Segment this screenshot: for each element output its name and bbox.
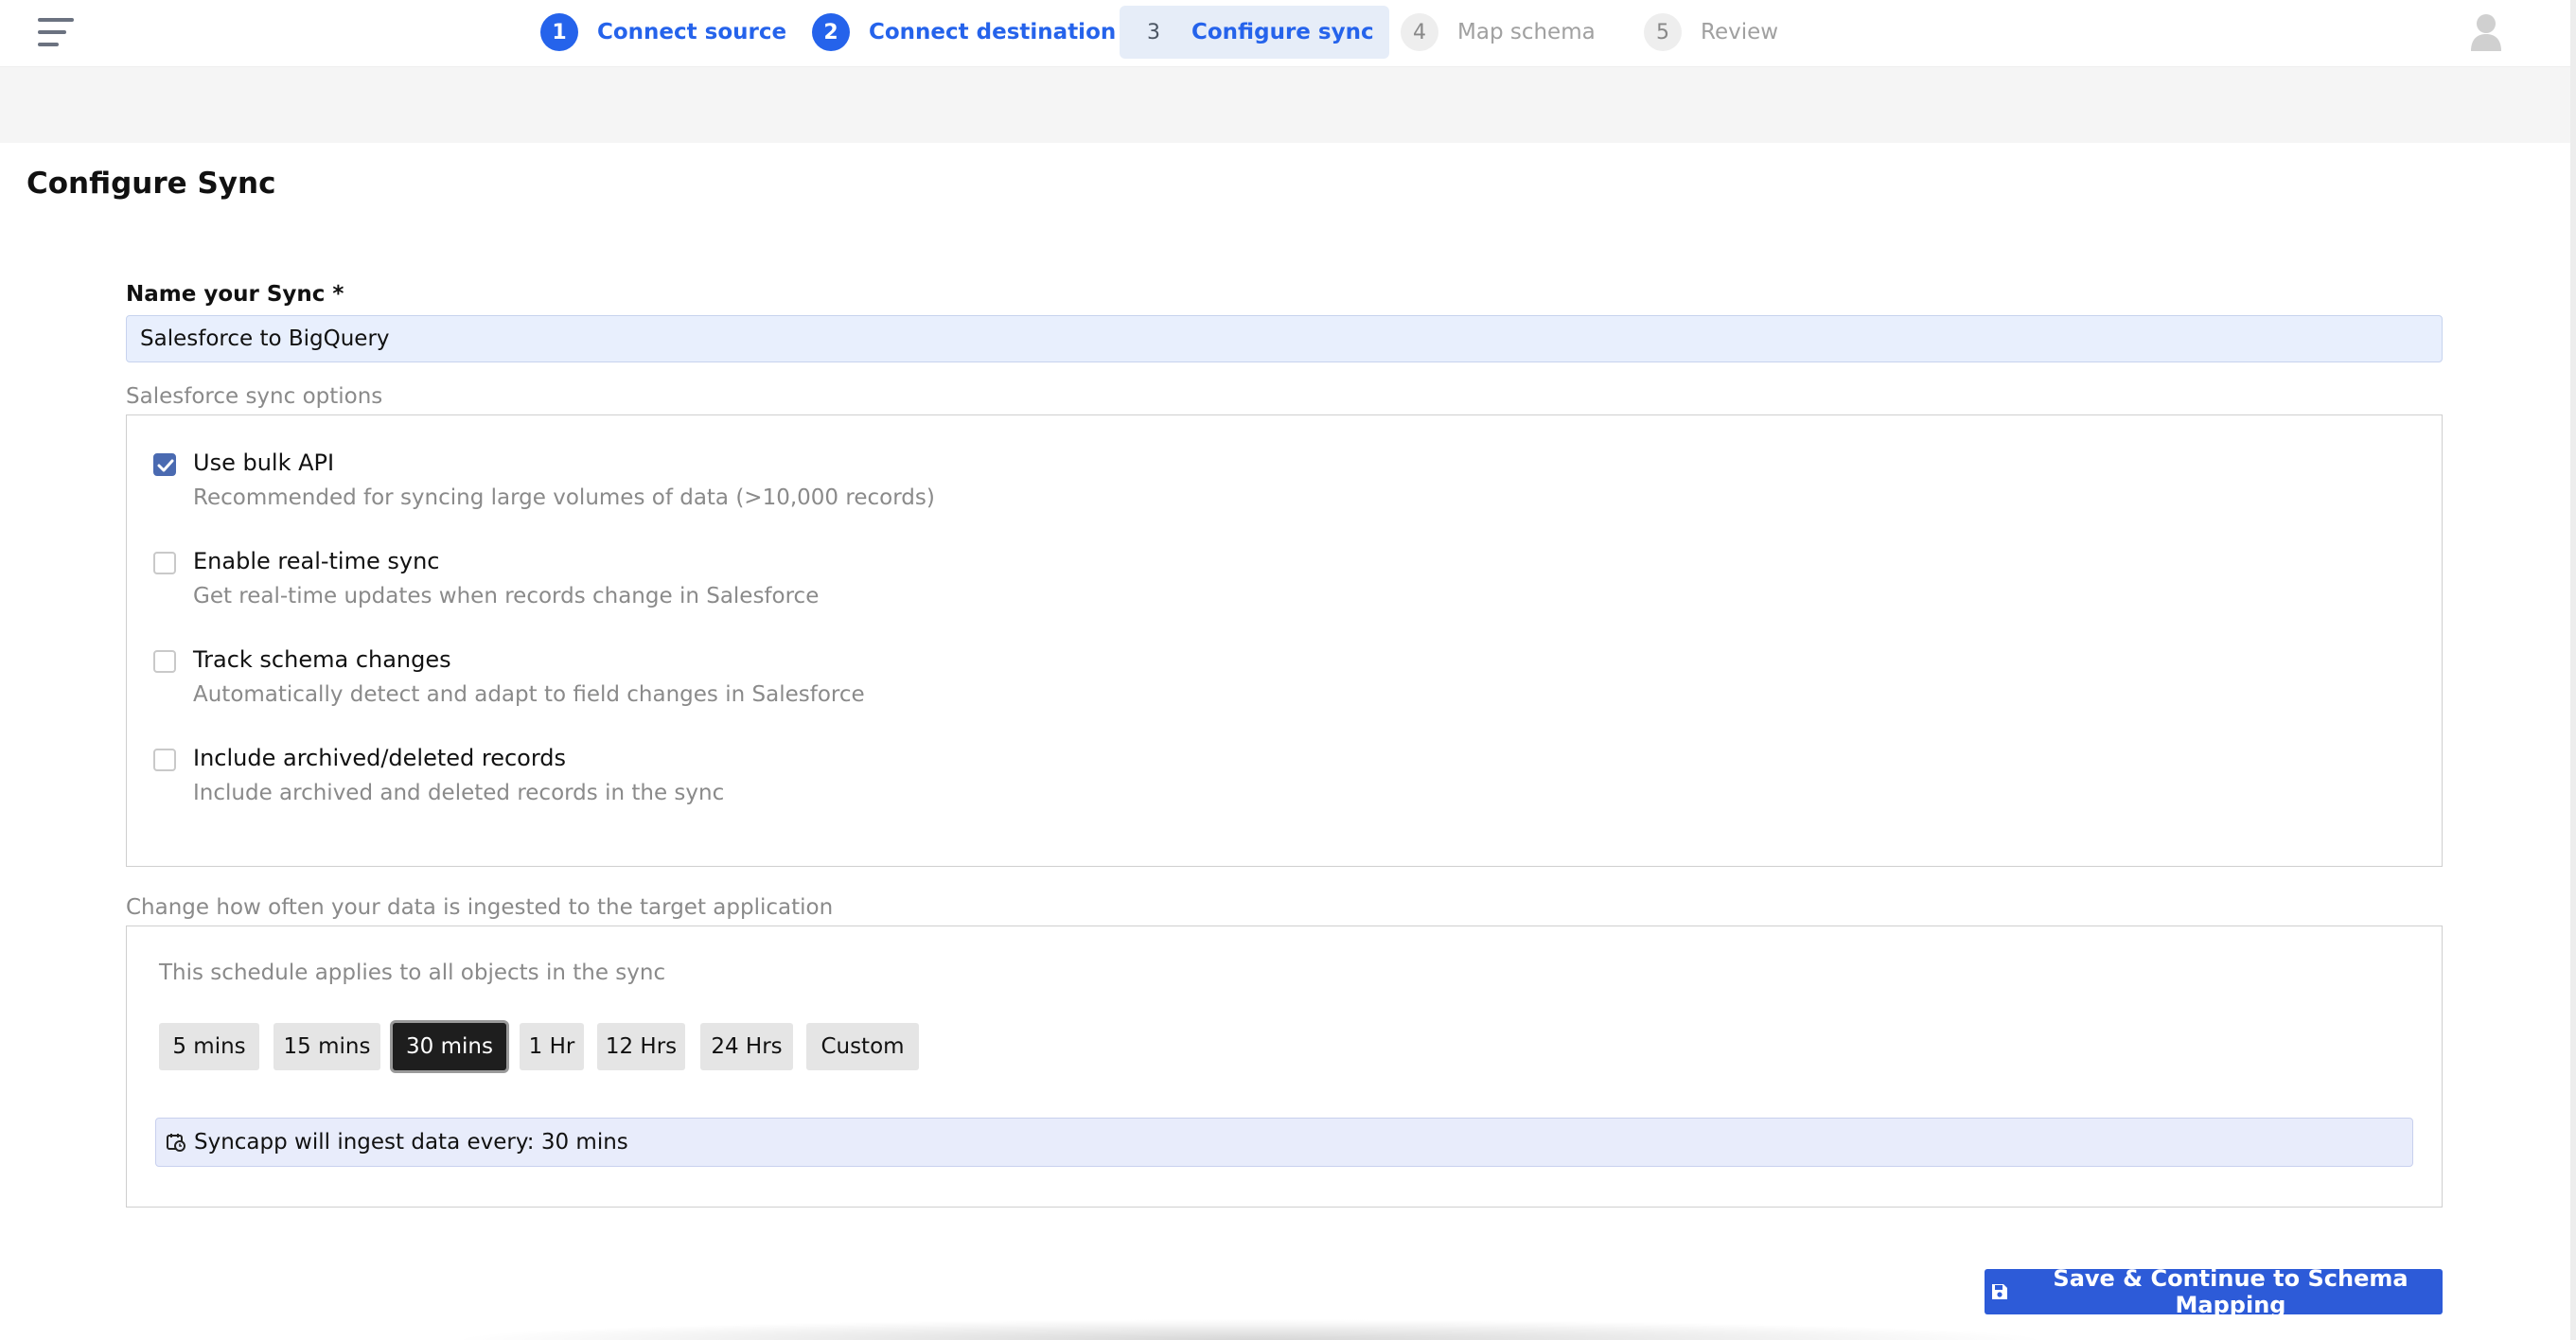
step-label: Connect source <box>597 20 787 44</box>
save-icon <box>1990 1282 2009 1301</box>
step-number: 2 <box>812 13 850 51</box>
step-connect-destination[interactable]: 2 Connect destination <box>812 6 1116 59</box>
scrollbar-track[interactable] <box>2570 0 2576 1340</box>
schedule-15-mins-button[interactable]: 15 mins <box>273 1023 380 1070</box>
top-bar: 1 Connect source 2 Connect destination 3… <box>0 0 2576 67</box>
schedule-1-hr-button[interactable]: 1 Hr <box>520 1023 584 1070</box>
step-label: Configure sync <box>1191 20 1374 44</box>
save-continue-label: Save & Continue to Schema Mapping <box>2053 1265 2408 1318</box>
option-title: Include archived/deleted records <box>193 745 567 771</box>
page-title: Configure Sync <box>26 167 276 201</box>
option-description: Get real-time updates when records chang… <box>193 584 820 608</box>
step-configure-sync[interactable]: 3 Configure sync <box>1120 6 1389 59</box>
calendar-clock-icon <box>167 1134 185 1152</box>
enable-real-time-sync-checkbox[interactable] <box>153 552 176 574</box>
step-review[interactable]: 5 Review <box>1644 6 1778 59</box>
step-map-schema[interactable]: 4 Map schema <box>1401 6 1596 59</box>
step-number: 1 <box>540 13 578 51</box>
sync-name-input[interactable] <box>126 315 2443 362</box>
schedule-24-hrs-button[interactable]: 24 Hrs <box>700 1023 793 1070</box>
sync-options-panel: Use bulk API Recommended for syncing lar… <box>126 414 2443 867</box>
schedule-custom-button[interactable]: Custom <box>806 1023 919 1070</box>
save-continue-button[interactable]: Save & Continue to Schema Mapping <box>1985 1265 2443 1318</box>
step-number: 4 <box>1401 13 1438 51</box>
step-label: Connect destination <box>869 20 1117 44</box>
step-number: 5 <box>1644 13 1682 51</box>
sync-name-label: Name your Sync * <box>126 282 344 307</box>
checkmark-icon <box>157 459 174 472</box>
step-label: Review <box>1701 20 1779 44</box>
option-title: Enable real-time sync <box>193 548 440 574</box>
schedule-5-mins-button[interactable]: 5 mins <box>159 1023 259 1070</box>
track-schema-changes-checkbox[interactable] <box>153 650 176 673</box>
step-connect-source[interactable]: 1 Connect source <box>540 6 786 59</box>
option-description: Automatically detect and adapt to field … <box>193 682 865 707</box>
ingest-summary: Syncapp will ingest data every: 30 mins <box>155 1118 2413 1167</box>
step-number: 3 <box>1147 20 1160 44</box>
ingest-summary-text: Syncapp will ingest data every: 30 mins <box>194 1130 628 1155</box>
user-avatar-icon[interactable] <box>2470 13 2502 51</box>
option-description: Include archived and deleted records in … <box>193 781 725 805</box>
schedule-section-label: Change how often your data is ingested t… <box>126 895 834 920</box>
schedule-30-mins-button[interactable]: 30 mins <box>393 1023 506 1070</box>
menu-icon[interactable] <box>38 18 76 48</box>
use-bulk-api-checkbox[interactable] <box>153 453 176 476</box>
option-title: Use bulk API <box>193 450 335 476</box>
bottom-shadow <box>445 1319 2054 1340</box>
step-label: Map schema <box>1457 20 1596 44</box>
option-description: Recommended for syncing large volumes of… <box>193 485 935 510</box>
option-title: Track schema changes <box>193 646 451 673</box>
sync-options-label: Salesforce sync options <box>126 384 383 409</box>
include-archived-checkbox[interactable] <box>153 749 176 771</box>
schedule-12-hrs-button[interactable]: 12 Hrs <box>597 1023 685 1070</box>
schedule-note: This schedule applies to all objects in … <box>159 961 666 985</box>
schedule-panel: This schedule applies to all objects in … <box>126 926 2443 1208</box>
header-band <box>0 67 2576 143</box>
